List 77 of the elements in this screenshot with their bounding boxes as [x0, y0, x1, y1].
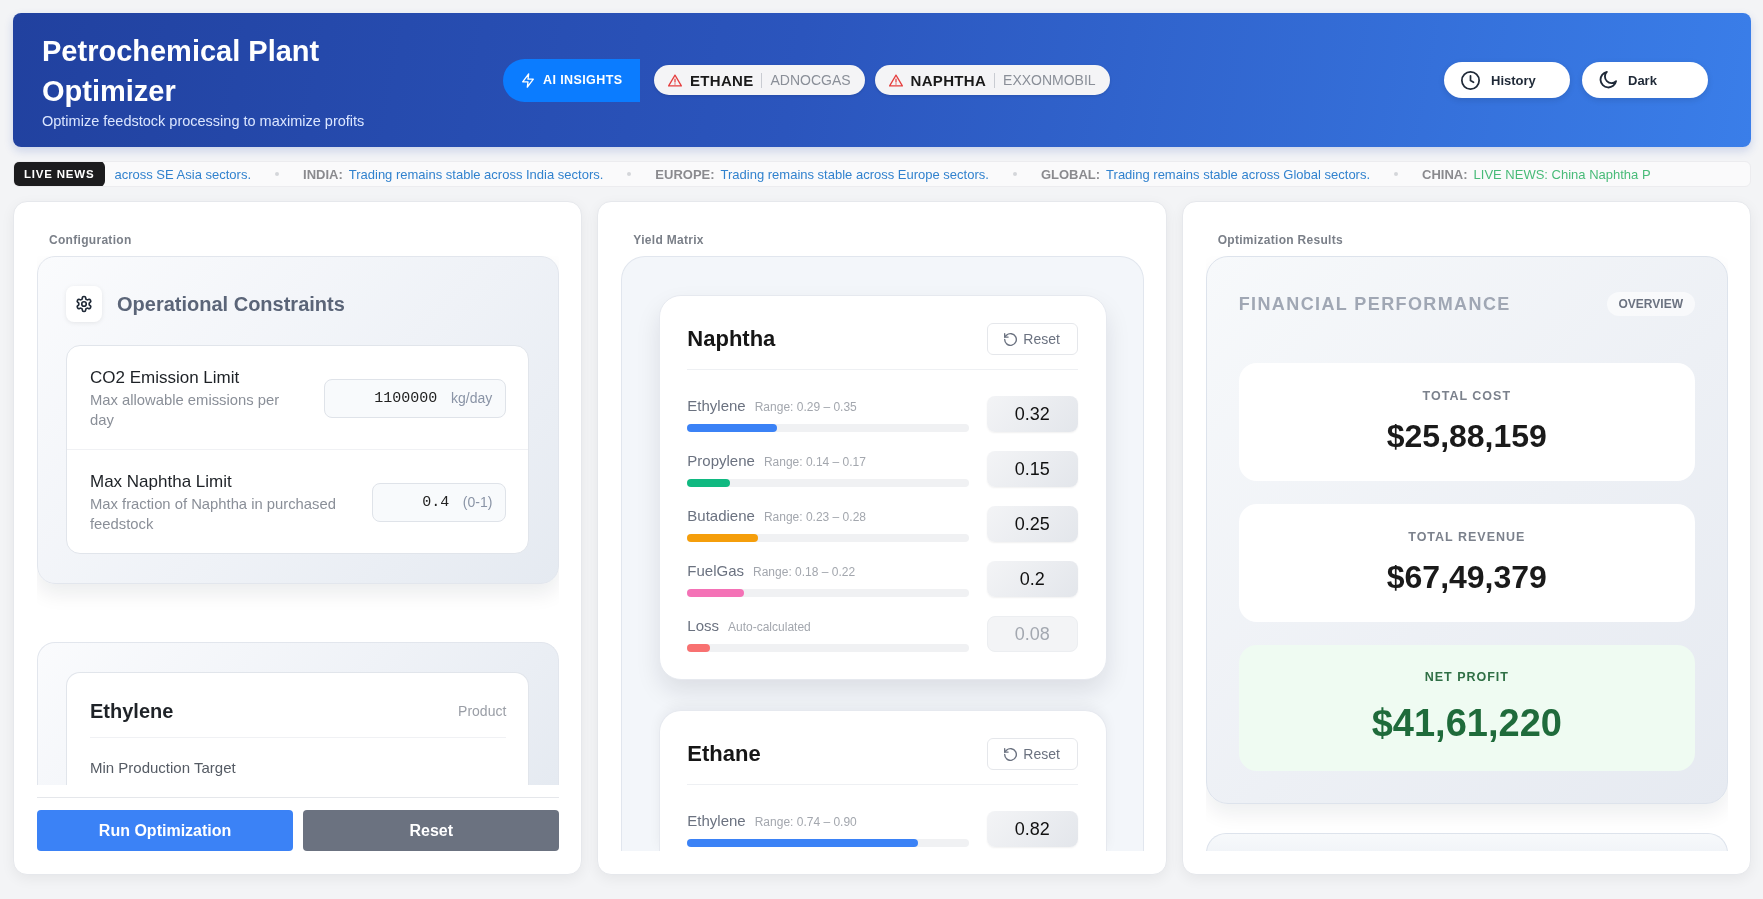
run-optimization-button[interactable]: Run Optimization	[37, 810, 294, 851]
yield-note: Range: 0.23 – 0.28	[763, 510, 866, 524]
news-region: INDIA:	[303, 166, 343, 182]
yield-note: Range: 0.29 – 0.35	[754, 400, 857, 414]
news-region: EUROPE:	[655, 166, 715, 182]
panel-title: Operational Constraints	[117, 292, 345, 316]
reset-button[interactable]: Reset	[303, 810, 560, 851]
insight-chip[interactable]: NAPHTHA EXXONMOBIL	[874, 65, 1110, 95]
yield-input[interactable]: 0.82	[986, 811, 1078, 847]
column-label: Yield Matrix	[632, 232, 705, 249]
metric-value: $41,61,220	[1370, 701, 1563, 746]
feedstock-name: ETHANE	[690, 71, 754, 89]
supplier-name: EXXONMOBIL	[1003, 72, 1096, 88]
product-name: Ethylene	[90, 699, 174, 723]
yield-note: Range: 0.14 – 0.17	[763, 455, 866, 469]
circular-arrow-icon	[1004, 747, 1018, 761]
news-message: Trading remains stable across India sectors.	[348, 166, 604, 182]
gear-icon	[66, 286, 102, 322]
yield-label: Ethylene	[687, 811, 746, 831]
app-title: Petrochemical Plant Optimizer	[42, 34, 321, 109]
feed-name: Ethane	[687, 740, 761, 768]
yield-label: FuelGas	[687, 561, 745, 581]
yield-input[interactable]: 0.32	[986, 396, 1078, 432]
panel-title: FINANCIAL PERFORMANCE	[1238, 293, 1511, 315]
yield-label: Propylene	[687, 451, 755, 471]
metric-label: TOTAL COST	[1421, 388, 1513, 404]
separator-dot-icon	[1394, 172, 1399, 176]
clock-icon	[1461, 70, 1480, 90]
yield-label: Ethylene	[687, 396, 746, 416]
yield-input[interactable]: 0.15	[986, 451, 1078, 487]
metric-value: $67,49,379	[1385, 558, 1548, 597]
theme-toggle-button[interactable]: Dark	[1582, 62, 1708, 98]
yield-note: Auto-calculated	[728, 620, 811, 634]
supplier-name: ADNOCGAS	[770, 72, 851, 88]
circular-arrow-icon	[1004, 332, 1018, 346]
yield-input[interactable]: 0.2	[986, 561, 1078, 597]
ai-insights-button[interactable]: AI INSIGHTS	[503, 58, 640, 102]
lightning-icon	[522, 72, 534, 88]
news-region: CHINA:	[1422, 166, 1468, 182]
field-description: Max allowable emissions per day	[90, 391, 281, 430]
news-region: GLOBAL:	[1040, 166, 1101, 182]
metric-label: NET PROFIT	[1423, 669, 1510, 685]
field-label: CO2 Emission Limit	[90, 367, 241, 389]
yield-note: Range: 0.18 – 0.22	[753, 565, 856, 579]
feedstock-name: NAPHTHA	[910, 71, 987, 89]
unit-label: kg/day	[451, 389, 493, 408]
column-label: Configuration	[48, 232, 133, 249]
warning-icon	[668, 73, 682, 87]
news-message: Trading remains stable across Global sectors.	[1106, 166, 1371, 182]
metric-label: TOTAL REVENUE	[1407, 529, 1527, 545]
field-label: Min Production Target	[90, 758, 237, 778]
reset-button[interactable]: Reset	[986, 323, 1078, 355]
yield-input[interactable]: 0.25	[986, 506, 1078, 542]
history-button[interactable]: History	[1444, 62, 1570, 98]
insight-chip[interactable]: ETHANE ADNOCGAS	[654, 65, 865, 95]
unit-label: (0-1)	[462, 493, 493, 512]
product-type: Product	[458, 703, 507, 719]
yield-label: Butadiene	[687, 506, 755, 526]
overview-badge: OVERVIEW	[1606, 292, 1695, 316]
news-message: LIVE NEWS: China Naphtha P	[1473, 166, 1651, 182]
moon-icon	[1599, 71, 1617, 89]
separator-dot-icon	[1012, 172, 1017, 176]
yield-label: Loss	[687, 616, 719, 636]
app-subtitle: Optimize feedstock processing to maximize profits	[42, 112, 366, 130]
field-label: Max Naphtha Limit	[90, 471, 233, 493]
separator-dot-icon	[275, 172, 280, 176]
field-description: Max fraction of Naphtha in purchased feedstock	[90, 495, 337, 534]
metric-value: $25,88,159	[1385, 417, 1548, 456]
separator-dot-icon	[627, 172, 632, 176]
yield-note: Range: 0.74 – 0.90	[754, 815, 857, 829]
live-news-badge: LIVE NEWS	[14, 162, 106, 186]
column-label: Optimization Results	[1216, 232, 1344, 249]
news-message: Trading remains stable across Europe sectors.	[720, 166, 989, 182]
reset-button[interactable]: Reset	[986, 738, 1078, 770]
news-message: across SE Asia sectors.	[114, 166, 252, 182]
warning-icon	[888, 73, 903, 87]
feed-name: Naphtha	[687, 325, 776, 353]
